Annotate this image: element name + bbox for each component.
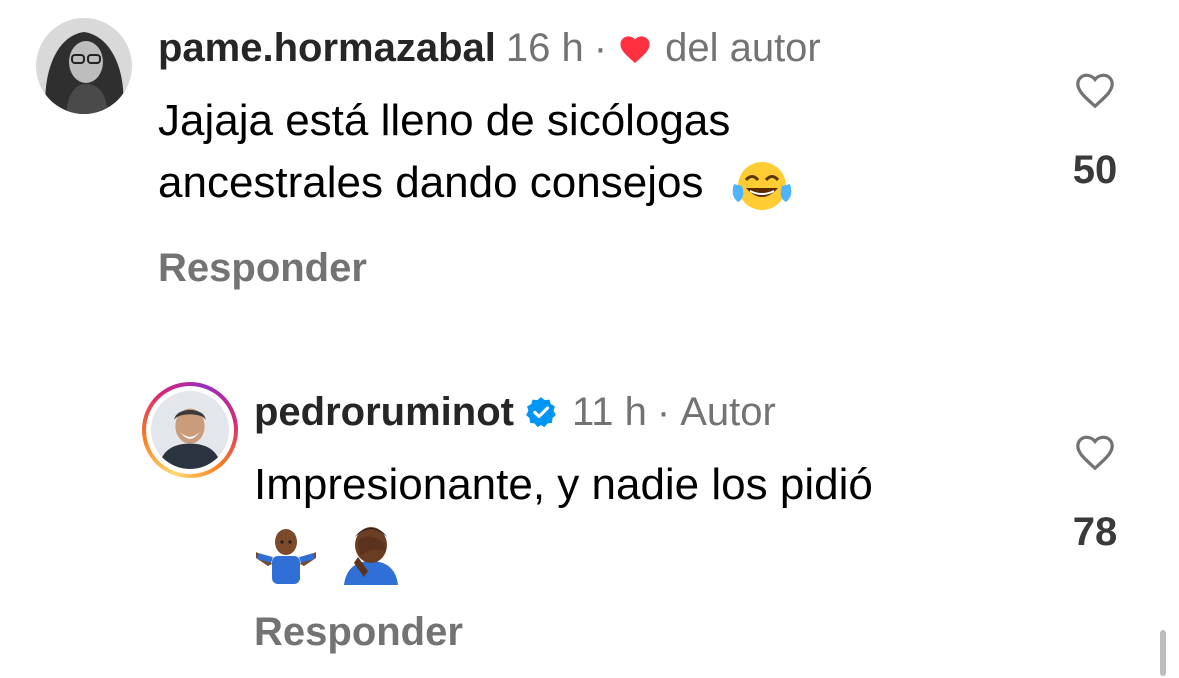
like-count: 78 (1072, 510, 1118, 554)
comment-item: pame.hormazabal 16 h · del autor Jajaja … (0, 0, 1179, 320)
author-label: Autor (680, 390, 776, 434)
heart-filled-icon (620, 36, 650, 64)
comment-emoji-line (254, 516, 873, 588)
comment-text-segment: ancestrales dando consejos (158, 158, 704, 207)
reply-button[interactable]: Responder (254, 608, 463, 656)
separator: · (593, 26, 608, 70)
comment-text-line: Impresionante, y nadie los pidió (254, 460, 873, 509)
comment-text-line-2: ancestrales dando consejos (158, 152, 794, 214)
comment-text: Impresionante, y nadie los pidió (254, 454, 873, 588)
avatar-photo (36, 18, 132, 114)
avatar-photo (151, 391, 229, 469)
person-shrugging-icon (256, 529, 316, 585)
like-count: 50 (1072, 148, 1118, 192)
timestamp: 16 h (505, 26, 584, 70)
story-ring (146, 386, 234, 474)
reply-comment-item: pedroruminot 11 h · Autor Impresionante,… (0, 360, 1179, 678)
comment-meta: pame.hormazabal 16 h · del autor (158, 24, 821, 72)
reply-button[interactable]: Responder (158, 244, 367, 292)
timestamp: 11 h (571, 390, 647, 434)
separator: · (656, 390, 671, 434)
person-facepalming-icon (344, 527, 399, 586)
face-with-tears-of-joy-icon (732, 162, 792, 211)
avatar[interactable] (142, 382, 238, 478)
heart-outline-icon[interactable] (1072, 68, 1118, 110)
scrollbar[interactable] (1160, 630, 1166, 676)
heart-outline-icon[interactable] (1072, 430, 1118, 472)
username[interactable]: pame.hormazabal (158, 24, 496, 72)
username[interactable]: pedroruminot (254, 388, 514, 436)
author-liked-label: del autor (665, 26, 821, 70)
comment-text-line: Jajaja está lleno de sicólogas (158, 96, 731, 145)
comment-meta: pedroruminot 11 h · Autor (254, 388, 776, 436)
avatar[interactable] (36, 18, 132, 114)
verified-badge-icon (526, 397, 556, 428)
comment-text: Jajaja está lleno de sicólogas ancestral… (158, 90, 794, 214)
